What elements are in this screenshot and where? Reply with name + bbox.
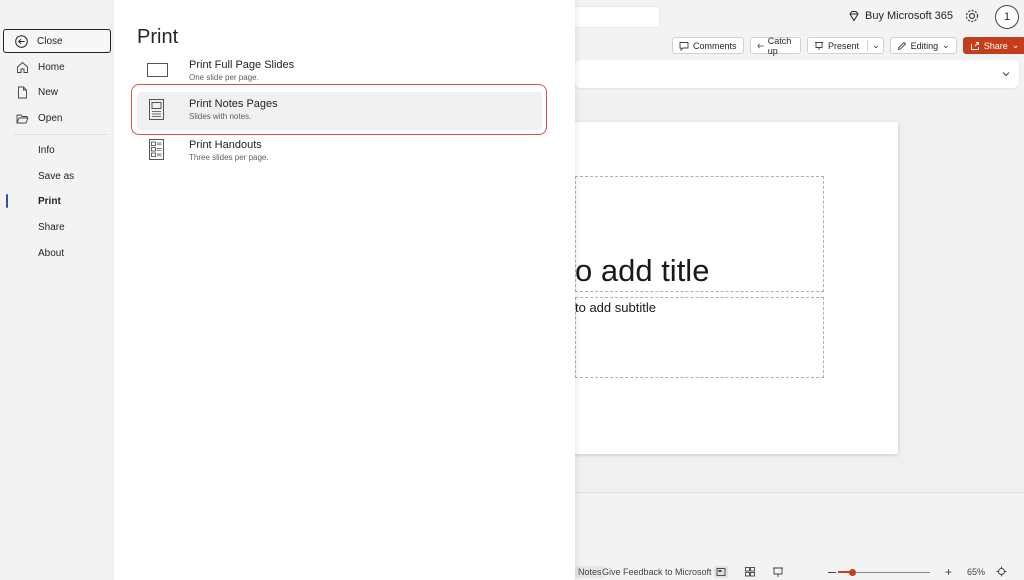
option-description: Three slides per page.	[189, 153, 269, 162]
editing-mode-button[interactable]: Editing ⌄	[889, 37, 957, 54]
nav-item-print[interactable]: Print	[38, 196, 61, 207]
home-icon	[17, 61, 28, 73]
nav-label-new: New	[38, 86, 59, 98]
feedback-link[interactable]: Give Feedback to Microsoft	[602, 567, 712, 577]
normal-view-icon[interactable]	[714, 566, 728, 578]
nav-label-home: Home	[38, 61, 65, 73]
folder-open-icon	[16, 114, 29, 123]
gear-icon[interactable]	[964, 8, 980, 24]
notes-pane[interactable]	[575, 492, 1024, 562]
zoom-in-button[interactable]: +	[945, 565, 952, 579]
zoom-out-button[interactable]	[828, 572, 836, 573]
present-dropdown-icon[interactable]: ⌄	[867, 40, 880, 51]
catch-up-label: Catch up	[767, 35, 792, 56]
ribbon	[575, 60, 1019, 88]
backstage-nav: Close Home New Open Info Save as Print S…	[0, 0, 114, 580]
diamond-icon	[849, 11, 859, 22]
close-label: Close	[37, 35, 63, 47]
zoom-slider-thumb[interactable]	[849, 569, 856, 576]
present-icon	[815, 41, 824, 50]
buy-microsoft-365-button[interactable]: Buy Microsoft 365	[848, 10, 953, 22]
chevron-down-icon: ⌄	[942, 40, 950, 50]
zoom-slider[interactable]	[838, 569, 930, 576]
option-title: Print Full Page Slides	[189, 59, 295, 71]
nav-item-info[interactable]: Info	[38, 145, 55, 156]
present-button[interactable]: Present ⌄	[807, 37, 884, 54]
zoom-level[interactable]: 65%	[967, 567, 985, 577]
present-label: Present	[828, 40, 860, 51]
full-page-slide-icon	[147, 63, 168, 77]
notes-toggle-button[interactable]: Notes	[575, 566, 605, 578]
nav-item-share[interactable]: Share	[38, 222, 65, 233]
page-title: Print	[137, 26, 179, 48]
ribbon-expand-icon[interactable]	[1001, 69, 1011, 79]
reading-view-icon[interactable]	[771, 566, 785, 578]
fit-to-window-icon[interactable]	[996, 566, 1007, 577]
slide-sorter-icon[interactable]	[743, 566, 757, 578]
option-description: One slide per page.	[189, 73, 259, 82]
nav-item-home[interactable]: Home	[16, 57, 65, 77]
option-title: Print Handouts	[189, 139, 262, 151]
handouts-icon	[149, 139, 164, 160]
share-label: Share	[983, 40, 1008, 51]
nav-divider	[14, 134, 107, 135]
nav-active-indicator	[6, 194, 8, 208]
search-input[interactable]	[560, 6, 660, 28]
share-icon	[970, 41, 979, 50]
back-arrow-icon	[15, 34, 28, 48]
nav-label-open: Open	[38, 112, 63, 124]
share-button[interactable]: Share ⌄	[962, 37, 1024, 54]
subtitle-placeholder-text: to add subtitle	[575, 300, 656, 315]
nav-item-open[interactable]: Open	[16, 108, 62, 128]
command-bar: Comments Catch up Present ⌄ Editing ⌄ Sh…	[672, 35, 1024, 56]
status-bar: Notes Give Feedback to Microsoft + 65%	[575, 564, 1024, 580]
close-button[interactable]: Close	[3, 29, 111, 53]
comment-icon	[679, 41, 689, 51]
catch-up-icon	[757, 43, 764, 48]
selection-highlight	[131, 84, 547, 135]
print-handouts-option[interactable]: Print Handouts Three slides per page.	[137, 138, 547, 172]
nav-item-about[interactable]: About	[38, 248, 64, 259]
catch-up-button[interactable]: Catch up	[749, 35, 802, 56]
new-document-icon	[18, 86, 27, 98]
title-placeholder-text: o add title	[575, 253, 710, 288]
editing-label: Editing	[910, 40, 939, 51]
avatar[interactable]: 1	[995, 5, 1019, 29]
nav-item-new[interactable]: New	[16, 82, 58, 102]
chevron-down-icon: ⌄	[1011, 40, 1020, 50]
buy-label: Buy Microsoft 365	[865, 10, 954, 22]
comments-label: Comments	[693, 40, 737, 51]
comments-button[interactable]: Comments	[672, 37, 744, 54]
nav-item-save-as[interactable]: Save as	[38, 171, 74, 182]
pencil-icon	[897, 41, 906, 50]
